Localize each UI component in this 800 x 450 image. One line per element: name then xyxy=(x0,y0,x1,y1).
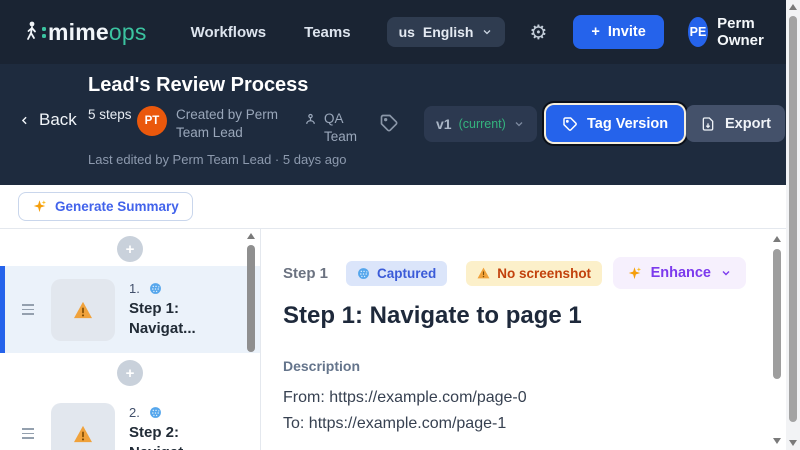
back-button[interactable]: Back xyxy=(18,110,77,130)
scroll-up-arrow[interactable] xyxy=(247,233,255,239)
no-screenshot-badge: No screenshot xyxy=(466,260,603,286)
scrollbar-thumb[interactable] xyxy=(773,249,781,379)
app-window: mimeops Workflows Teams us English ⚙ + I… xyxy=(0,0,800,450)
team-info: QA Team xyxy=(303,110,366,146)
step-label: Step 1 xyxy=(283,264,329,282)
language-flag: us xyxy=(398,24,415,40)
step-list-item-1[interactable]: 1. Step 1: Navigat... xyxy=(0,266,260,353)
captured-badge: Captured xyxy=(346,260,448,286)
nav-link-workflows[interactable]: Workflows xyxy=(191,24,267,41)
scroll-down-arrow[interactable] xyxy=(789,440,797,446)
sparkle-icon xyxy=(33,200,47,213)
step-thumbnail xyxy=(51,278,115,341)
add-step-button[interactable]: + xyxy=(117,360,143,386)
scrollbar-thumb[interactable] xyxy=(789,16,797,422)
dotted-globe-icon xyxy=(149,282,161,294)
drag-handle-icon[interactable] xyxy=(22,428,34,439)
creator-info: PT Created by Perm Team Lead xyxy=(137,106,298,142)
scroll-down-arrow[interactable] xyxy=(773,438,781,444)
dotted-globe-icon xyxy=(358,267,369,279)
steps-sidebar: + 1. Step 1: Navigat... + 2. Step 2: xyxy=(0,229,261,450)
team-label: QA Team xyxy=(324,111,358,144)
version-selector[interactable]: v1 (current) xyxy=(424,106,537,142)
badge-row: Step 1 Captured No screenshot Enhance xyxy=(283,257,746,289)
tag-icon xyxy=(563,116,577,131)
language-selector[interactable]: us English xyxy=(386,17,506,47)
step-title: Step 1: Navigat... xyxy=(129,299,196,337)
step-title: Step 2: Navigat... xyxy=(129,423,196,450)
chevron-down-icon xyxy=(722,271,730,276)
content-scrollbar[interactable] xyxy=(771,229,783,450)
version-value: v1 xyxy=(436,116,452,132)
scroll-up-arrow[interactable] xyxy=(789,4,797,10)
nav-links: Workflows Teams xyxy=(191,24,351,41)
step-heading: Step 1: Navigate to page 1 xyxy=(283,302,582,329)
page-title: Lead's Review Process xyxy=(88,74,309,96)
steps-count: 5 steps xyxy=(88,107,132,122)
user-menu[interactable]: PE Perm Owner xyxy=(687,15,795,49)
page-scrollbar[interactable] xyxy=(786,0,800,450)
tag-icon xyxy=(380,114,398,132)
summary-toolbar: Generate Summary xyxy=(0,185,786,229)
generate-summary-button[interactable]: Generate Summary xyxy=(18,192,193,221)
logo-text: mimeops xyxy=(48,18,147,45)
step-number: 2. xyxy=(129,404,140,420)
export-button[interactable]: Export xyxy=(686,105,785,142)
enhance-button[interactable]: Enhance xyxy=(612,257,746,289)
chevron-left-icon xyxy=(21,116,27,124)
sparkle-icon xyxy=(628,266,641,279)
version-status: (current) xyxy=(458,117,506,131)
chevron-down-icon xyxy=(515,122,523,127)
step-list-item-2[interactable]: 2. Step 2: Navigat... xyxy=(0,390,260,450)
walking-person-icon xyxy=(24,20,46,44)
warning-triangle-icon xyxy=(477,267,490,279)
user-name: Perm Owner xyxy=(717,15,764,49)
add-step-button[interactable]: + xyxy=(117,236,143,262)
warning-triangle-icon xyxy=(74,425,92,442)
description-label: Description xyxy=(283,358,361,374)
drag-handle-icon[interactable] xyxy=(22,304,34,315)
warning-triangle-icon xyxy=(74,301,92,318)
creator-label: Created by Perm Team Lead xyxy=(176,107,279,140)
step-thumbnail xyxy=(51,402,115,450)
process-header: Lead's Review Process Back 5 steps PT Cr… xyxy=(0,64,786,185)
top-navbar: mimeops Workflows Teams us English ⚙ + I… xyxy=(0,0,793,64)
sidebar-scrollbar[interactable] xyxy=(245,229,257,450)
plus-icon: + xyxy=(591,24,600,40)
language-label: English xyxy=(422,24,474,40)
gear-icon[interactable]: ⚙ xyxy=(529,22,547,42)
nav-link-teams[interactable]: Teams xyxy=(304,24,350,41)
last-edited-text: Last edited by Perm Team Lead · 5 days a… xyxy=(88,152,347,167)
scroll-up-arrow[interactable] xyxy=(773,236,781,242)
invite-button[interactable]: + Invite xyxy=(573,15,664,49)
logo[interactable]: mimeops xyxy=(24,19,147,46)
creator-avatar: PT xyxy=(137,106,167,136)
avatar: PE xyxy=(687,17,709,47)
dotted-globe-icon xyxy=(149,406,161,418)
step-number: 1. xyxy=(129,280,140,296)
description-text: From: https://example.com/page-0 To: htt… xyxy=(283,389,527,432)
chevron-down-icon xyxy=(484,30,491,35)
scrollbar-thumb[interactable] xyxy=(247,245,255,352)
tag-version-button[interactable]: Tag Version xyxy=(546,105,685,142)
file-export-icon xyxy=(702,116,714,131)
step-detail-panel: Step 1 Captured No screenshot Enhance St… xyxy=(262,229,786,450)
person-network-icon xyxy=(306,113,315,124)
